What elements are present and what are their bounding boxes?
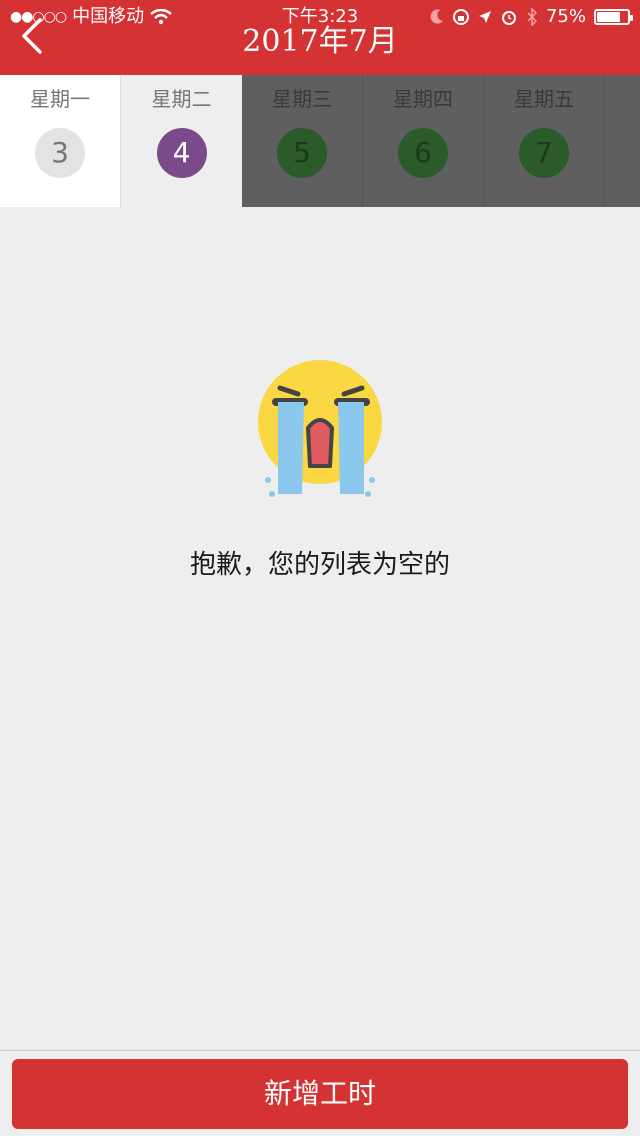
app-header: ●●○○○ 中国移动 下午3:23 75% 2017年7月: [0, 0, 640, 75]
footer-divider: [0, 1050, 640, 1051]
day-date-badge: 7: [519, 128, 569, 178]
day-tab-wednesday[interactable]: 星期三 5: [242, 75, 363, 207]
day-tab-tuesday[interactable]: 星期二 4: [121, 75, 242, 207]
day-tab-thursday[interactable]: 星期四 6: [363, 75, 484, 207]
day-date-badge: 5: [277, 128, 327, 178]
day-tab-friday[interactable]: 星期五 7: [484, 75, 605, 207]
week-day-strip[interactable]: 星期一 3 星期二 4 星期三 5 星期四 6 星期五 7: [0, 75, 640, 207]
day-date-badge: 6: [398, 128, 448, 178]
empty-state-message: 抱歉，您的列表为空的: [189, 550, 450, 580]
day-date-badge: 4: [156, 128, 207, 178]
day-name: 星期五: [514, 87, 574, 111]
day-name: 星期四: [393, 87, 453, 111]
day-name: 星期二: [151, 87, 212, 111]
day-tab-partial[interactable]: [605, 75, 640, 207]
day-name: 星期一: [30, 87, 90, 111]
crying-face-icon: [258, 360, 382, 497]
page-title: 2017年7月: [242, 24, 398, 59]
add-work-hours-button[interactable]: 新增工时: [12, 1059, 628, 1129]
day-name: 星期三: [272, 87, 332, 111]
day-tab-monday[interactable]: 星期一 3: [0, 75, 121, 207]
day-date-badge: 3: [35, 128, 85, 178]
